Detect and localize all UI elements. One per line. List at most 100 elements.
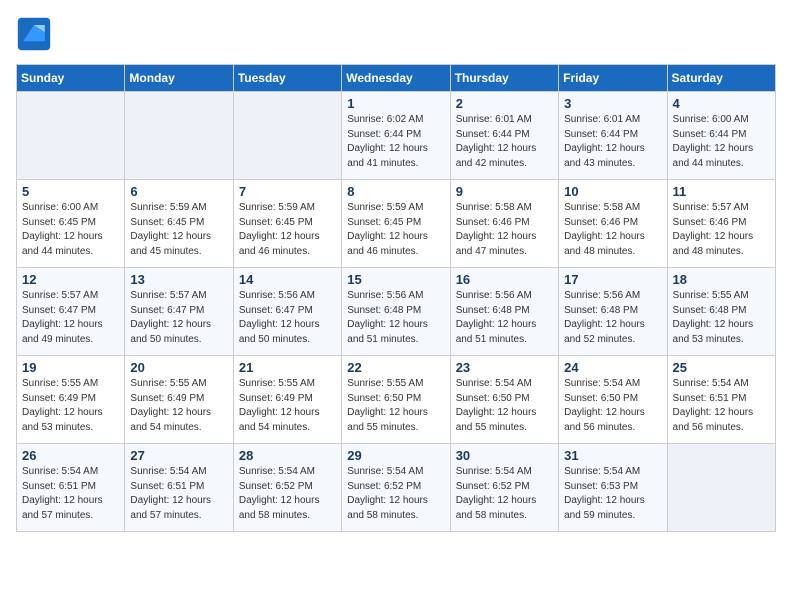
calendar-cell — [17, 92, 125, 180]
weekday-header-friday: Friday — [559, 65, 667, 92]
calendar-cell: 12 Sunrise: 5:57 AM Sunset: 6:47 PM Dayli… — [17, 268, 125, 356]
calendar-week-row: 5Sunrise: 6:00 AM Sunset: 6:45 PM Daylig… — [17, 180, 776, 268]
calendar-cell — [233, 92, 341, 180]
day-number: 16 — [456, 272, 553, 287]
day-number: 15 — [347, 272, 444, 287]
calendar-cell — [125, 92, 233, 180]
day-number: 6 — [130, 184, 227, 199]
day-info: Sunrise: 5:55 AM Sunset: 6:50 PM Dayligh… — [347, 377, 444, 435]
day-number: 19 — [22, 360, 119, 375]
day-info: Sunrise: 5:58 AM Sunset: 6:46 PM Dayligh… — [564, 201, 661, 259]
day-number: 24 — [564, 360, 661, 375]
day-info: Sunrise: 5:55 AM Sunset: 6:48 PM Dayligh… — [673, 289, 770, 347]
day-number: 22 — [347, 360, 444, 375]
weekday-header-monday: Monday — [125, 65, 233, 92]
day-info: Sunrise: 5:57 AM Sunset: 6:47 PM Dayligh… — [130, 289, 227, 347]
calendar-cell: 6 Sunrise: 5:59 AM Sunset: 6:45 PM Daylig… — [125, 180, 233, 268]
logo — [16, 16, 56, 52]
day-info: Sunrise: 5:59 AM Sunset: 6:45 PM Dayligh… — [239, 201, 336, 259]
day-info: Sunrise: 5:55 AM Sunset: 6:49 PM Dayligh… — [22, 377, 119, 435]
calendar-cell — [667, 444, 775, 532]
day-number: 4 — [673, 96, 770, 111]
day-number: 27 — [130, 448, 227, 463]
weekday-header-row: SundayMondayTuesdayWednesdayThursdayFrid… — [17, 65, 776, 92]
day-info: Sunrise: 5:57 AM Sunset: 6:46 PM Dayligh… — [673, 201, 770, 259]
day-info: Sunrise: 5:57 AM Sunset: 6:47 PM Dayligh… — [22, 289, 119, 347]
day-info: Sunrise: 5:56 AM Sunset: 6:48 PM Dayligh… — [347, 289, 444, 347]
calendar-cell: 22 Sunrise: 5:55 AM Sunset: 6:50 PM Dayli… — [342, 356, 450, 444]
day-number: 3 — [564, 96, 661, 111]
calendar-cell: 20Sunrise: 5:55 AM Sunset: 6:49 PM Dayli… — [125, 356, 233, 444]
day-info: Sunrise: 5:56 AM Sunset: 6:47 PM Dayligh… — [239, 289, 336, 347]
calendar-cell: 7 Sunrise: 5:59 AM Sunset: 6:45 PM Daylig… — [233, 180, 341, 268]
calendar-cell: 23Sunrise: 5:54 AM Sunset: 6:50 PM Dayli… — [450, 356, 558, 444]
day-info: Sunrise: 6:00 AM Sunset: 6:45 PM Dayligh… — [22, 201, 119, 259]
day-info: Sunrise: 5:54 AM Sunset: 6:51 PM Dayligh… — [22, 465, 119, 523]
day-info: Sunrise: 5:55 AM Sunset: 6:49 PM Dayligh… — [130, 377, 227, 435]
calendar-cell: 31 Sunrise: 5:54 AM Sunset: 6:53 PM Dayli… — [559, 444, 667, 532]
calendar-cell: 30 Sunrise: 5:54 AM Sunset: 6:52 PM Dayli… — [450, 444, 558, 532]
day-info: Sunrise: 5:58 AM Sunset: 6:46 PM Dayligh… — [456, 201, 553, 259]
calendar-week-row: 26 Sunrise: 5:54 AM Sunset: 6:51 PM Dayli… — [17, 444, 776, 532]
day-number: 25 — [673, 360, 770, 375]
day-info: Sunrise: 5:54 AM Sunset: 6:51 PM Dayligh… — [673, 377, 770, 435]
calendar-cell: 11 Sunrise: 5:57 AM Sunset: 6:46 PM Dayli… — [667, 180, 775, 268]
day-number: 8 — [347, 184, 444, 199]
day-number: 12 — [22, 272, 119, 287]
calendar-cell: 2 Sunrise: 6:01 AM Sunset: 6:44 PM Daylig… — [450, 92, 558, 180]
calendar-week-row: 12 Sunrise: 5:57 AM Sunset: 6:47 PM Dayli… — [17, 268, 776, 356]
day-info: Sunrise: 6:00 AM Sunset: 6:44 PM Dayligh… — [673, 113, 770, 171]
day-number: 30 — [456, 448, 553, 463]
weekday-header-saturday: Saturday — [667, 65, 775, 92]
calendar-cell: 16Sunrise: 5:56 AM Sunset: 6:48 PM Dayli… — [450, 268, 558, 356]
day-number: 18 — [673, 272, 770, 287]
day-number: 14 — [239, 272, 336, 287]
calendar-week-row: 1 Sunrise: 6:02 AM Sunset: 6:44 PM Daylig… — [17, 92, 776, 180]
day-number: 26 — [22, 448, 119, 463]
day-number: 1 — [347, 96, 444, 111]
day-info: Sunrise: 5:54 AM Sunset: 6:50 PM Dayligh… — [456, 377, 553, 435]
day-info: Sunrise: 5:55 AM Sunset: 6:49 PM Dayligh… — [239, 377, 336, 435]
day-number: 7 — [239, 184, 336, 199]
day-number: 13 — [130, 272, 227, 287]
day-number: 11 — [673, 184, 770, 199]
day-number: 2 — [456, 96, 553, 111]
calendar-cell: 5Sunrise: 6:00 AM Sunset: 6:45 PM Daylig… — [17, 180, 125, 268]
day-number: 9 — [456, 184, 553, 199]
calendar-table: SundayMondayTuesdayWednesdayThursdayFrid… — [16, 64, 776, 532]
calendar-cell: 17 Sunrise: 5:56 AM Sunset: 6:48 PM Dayli… — [559, 268, 667, 356]
calendar-cell: 25 Sunrise: 5:54 AM Sunset: 6:51 PM Dayli… — [667, 356, 775, 444]
calendar-cell: 28Sunrise: 5:54 AM Sunset: 6:52 PM Dayli… — [233, 444, 341, 532]
day-number: 29 — [347, 448, 444, 463]
day-info: Sunrise: 5:54 AM Sunset: 6:51 PM Dayligh… — [130, 465, 227, 523]
day-info: Sunrise: 6:01 AM Sunset: 6:44 PM Dayligh… — [456, 113, 553, 171]
day-info: Sunrise: 5:54 AM Sunset: 6:52 PM Dayligh… — [456, 465, 553, 523]
day-info: Sunrise: 5:54 AM Sunset: 6:50 PM Dayligh… — [564, 377, 661, 435]
weekday-header-wednesday: Wednesday — [342, 65, 450, 92]
day-number: 10 — [564, 184, 661, 199]
calendar-cell: 13 Sunrise: 5:57 AM Sunset: 6:47 PM Dayli… — [125, 268, 233, 356]
page-header — [16, 16, 776, 52]
calendar-week-row: 19 Sunrise: 5:55 AM Sunset: 6:49 PM Dayli… — [17, 356, 776, 444]
calendar-cell: 18 Sunrise: 5:55 AM Sunset: 6:48 PM Dayli… — [667, 268, 775, 356]
day-info: Sunrise: 6:02 AM Sunset: 6:44 PM Dayligh… — [347, 113, 444, 171]
calendar-cell: 1 Sunrise: 6:02 AM Sunset: 6:44 PM Daylig… — [342, 92, 450, 180]
calendar-cell: 15 Sunrise: 5:56 AM Sunset: 6:48 PM Dayli… — [342, 268, 450, 356]
weekday-header-thursday: Thursday — [450, 65, 558, 92]
day-number: 17 — [564, 272, 661, 287]
day-info: Sunrise: 5:59 AM Sunset: 6:45 PM Dayligh… — [130, 201, 227, 259]
day-number: 21 — [239, 360, 336, 375]
calendar-cell: 26 Sunrise: 5:54 AM Sunset: 6:51 PM Dayli… — [17, 444, 125, 532]
weekday-header-tuesday: Tuesday — [233, 65, 341, 92]
calendar-cell: 29 Sunrise: 5:54 AM Sunset: 6:52 PM Dayli… — [342, 444, 450, 532]
day-info: Sunrise: 6:01 AM Sunset: 6:44 PM Dayligh… — [564, 113, 661, 171]
calendar-cell: 21 Sunrise: 5:55 AM Sunset: 6:49 PM Dayli… — [233, 356, 341, 444]
day-info: Sunrise: 5:54 AM Sunset: 6:52 PM Dayligh… — [347, 465, 444, 523]
day-number: 31 — [564, 448, 661, 463]
calendar-cell: 14 Sunrise: 5:56 AM Sunset: 6:47 PM Dayli… — [233, 268, 341, 356]
day-info: Sunrise: 5:54 AM Sunset: 6:53 PM Dayligh… — [564, 465, 661, 523]
calendar-cell: 27 Sunrise: 5:54 AM Sunset: 6:51 PM Dayli… — [125, 444, 233, 532]
day-info: Sunrise: 5:56 AM Sunset: 6:48 PM Dayligh… — [564, 289, 661, 347]
day-number: 28 — [239, 448, 336, 463]
calendar-cell: 3 Sunrise: 6:01 AM Sunset: 6:44 PM Daylig… — [559, 92, 667, 180]
